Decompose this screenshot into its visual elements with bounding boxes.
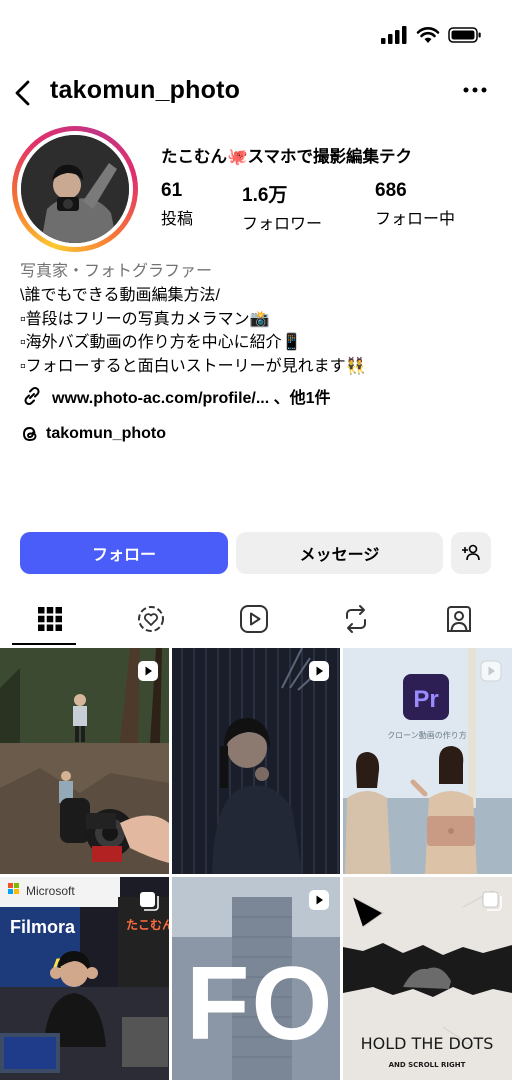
profile-link-text: www.photo-ac.com/profile/... 、他1件: [52, 390, 331, 407]
bio-line: ▫海外バズ動画の作り方を中心に紹介📱: [20, 334, 302, 351]
bio-line: ▫フォローすると面白いストーリーが見れます👯: [20, 357, 366, 375]
avatar: [21, 135, 129, 243]
stat-followers-value: 1.6万: [242, 185, 288, 206]
post-thumbnail[interactable]: Microsoft Filmora AI たこむん: [0, 877, 169, 1080]
post-thumbnail[interactable]: HOLD THE DOTS AND SCROLL RIGHT: [343, 877, 512, 1080]
message-button[interactable]: メッセージ: [236, 532, 443, 574]
threads-icon: [23, 427, 37, 441]
threads-username: takomun_photo: [46, 425, 166, 442]
link-icon: [24, 386, 40, 406]
stat-posts[interactable]: 61 投稿: [161, 180, 193, 229]
post-grid: Pr クローン動画の作り方 Microsoft Filmora AI: [0, 648, 512, 1080]
threads-badge[interactable]: takomun_photo: [20, 424, 166, 444]
store-sign: Microsoft: [26, 884, 75, 898]
profile-category: 写真家・フォトグラファー: [20, 263, 213, 280]
profile-username: takomun_photo: [50, 76, 241, 104]
reel-icon: [309, 890, 329, 910]
avatar-story-ring[interactable]: [12, 126, 138, 252]
tagged-icon: [447, 606, 471, 632]
profile-header: takomun_photo: [0, 70, 512, 114]
post-big-text: FOI: [186, 946, 340, 1062]
post-thumbnail[interactable]: Pr クローン動画の作り方: [343, 648, 512, 874]
more-icon: [463, 87, 487, 93]
stat-posts-value: 61: [161, 180, 183, 201]
stat-posts-label: 投稿: [161, 211, 194, 228]
stat-followers-label: フォロワー: [242, 216, 323, 233]
post-title: HOLD THE DOTS: [361, 1034, 494, 1053]
profile-tabs: [0, 596, 512, 646]
tab-posts[interactable]: [20, 596, 80, 642]
reel-icon: [480, 660, 502, 682]
bio-line: \誰でもできる動画編集方法/: [20, 287, 220, 304]
post-thumbnail[interactable]: [0, 648, 169, 874]
stat-following-label: フォロー中: [375, 211, 456, 228]
tab-reposts[interactable]: [326, 596, 386, 642]
tab-videos[interactable]: [224, 596, 284, 642]
display-name: たこむん🐙スマホで撮影編集テク: [161, 148, 413, 166]
stat-followers[interactable]: 1.6万 フォロワー: [242, 180, 322, 234]
reel-icon: [138, 661, 158, 681]
signal-icon: [381, 26, 407, 44]
reel-icon: [309, 661, 329, 681]
post-subtitle: AND SCROLL RIGHT: [389, 1061, 466, 1069]
tab-tagged[interactable]: [429, 596, 489, 642]
battery-icon: [448, 27, 481, 43]
grid-icon: [38, 607, 62, 631]
add-person-icon: [462, 544, 480, 561]
back-button[interactable]: [10, 78, 36, 108]
repost-icon: [346, 605, 366, 633]
post-thumbnail[interactable]: FOI: [172, 877, 340, 1080]
carousel-icon: [482, 891, 502, 911]
more-options-button[interactable]: [462, 80, 488, 100]
carousel-icon: [140, 892, 159, 911]
stat-following-value: 686: [375, 180, 407, 201]
profile-bio: 写真家・フォトグラファー \誰でもできる動画編集方法/ ▫普段はフリーの写真カメ…: [20, 260, 500, 378]
bio-line: ▫普段はフリーの写真カメラマン📸: [20, 310, 270, 328]
tab-reels-heart[interactable]: [121, 596, 181, 642]
poster-text: たこむん: [126, 918, 169, 932]
post-thumbnail[interactable]: [172, 648, 340, 874]
chevron-left-icon: [15, 80, 30, 106]
post-caption: クローン動画の作り方: [387, 730, 467, 740]
status-bar-icons: [380, 26, 482, 44]
follow-button[interactable]: フォロー: [20, 532, 228, 574]
profile-link[interactable]: www.photo-ac.com/profile/... 、他1件: [20, 384, 331, 408]
poster-text: Filmora: [10, 917, 76, 937]
reels-heart-icon: [138, 606, 164, 632]
suggest-users-button[interactable]: [451, 532, 491, 574]
stat-following[interactable]: 686 フォロー中: [375, 180, 455, 229]
wifi-icon: [416, 27, 440, 43]
premiere-pro-logo: Pr: [413, 686, 438, 713]
active-tab-indicator: [12, 643, 76, 645]
video-icon: [240, 605, 268, 633]
